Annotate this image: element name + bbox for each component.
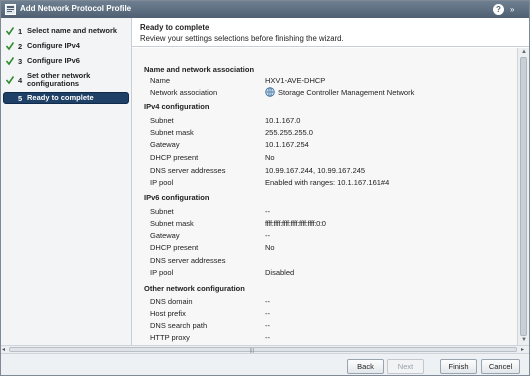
row-key: HTTP proxy: [150, 333, 190, 342]
row-key: DNS domain: [150, 297, 193, 306]
check-icon: [6, 57, 14, 66]
finish-button[interactable]: Finish: [440, 359, 477, 374]
step-number: 2: [18, 42, 23, 51]
row-value: Disabled: [265, 268, 295, 277]
row-value: --: [265, 309, 270, 318]
scroll-right-icon[interactable]: ▸: [521, 346, 524, 353]
scroll-left-icon[interactable]: ◂: [2, 346, 5, 353]
check-icon: [6, 42, 14, 51]
step-3[interactable]: 3 Configure IPv6: [3, 56, 129, 68]
expand-icon[interactable]: »: [510, 5, 514, 14]
page-title: Ready to complete: [140, 23, 210, 32]
page-header: Ready to complete Review your settings s…: [132, 18, 529, 47]
check-icon: [6, 76, 14, 85]
cancel-button[interactable]: Cancel: [481, 359, 520, 374]
step-number: 4: [18, 76, 23, 85]
wizard-window: Add Network Protocol Profile ? » 1 Selec…: [0, 0, 530, 376]
step-label: Configure IPv4: [27, 41, 80, 50]
row-key: DNS server addresses: [150, 166, 226, 175]
step-label: Set other network configurations: [27, 71, 91, 88]
row-key: Subnet mask: [150, 219, 194, 228]
row-value: No: [265, 243, 275, 252]
step-label: Ready to complete: [27, 93, 94, 102]
window-title: Add Network Protocol Profile: [20, 4, 132, 13]
step-number: 3: [18, 57, 23, 66]
scroll-thumb[interactable]: [520, 57, 527, 336]
row-key: IP pool: [150, 268, 174, 277]
app-icon: [5, 4, 16, 15]
step-number: 1: [18, 27, 23, 36]
row-value: --: [265, 333, 270, 342]
section-title: IPv6 configuration: [144, 193, 210, 202]
row-key: Name: [150, 76, 171, 85]
scroll-down-icon[interactable]: ▼: [521, 337, 527, 343]
scroll-thumb[interactable]: |||: [9, 347, 517, 354]
section-title: Other network configuration: [144, 284, 245, 293]
row-key: Subnet: [150, 207, 174, 216]
row-key: DNS server addresses: [150, 256, 226, 265]
row-key: Subnet: [150, 116, 174, 125]
help-icon[interactable]: ?: [493, 4, 504, 15]
network-icon: [265, 87, 275, 97]
row-value: --: [265, 297, 270, 306]
row-key: Gateway: [150, 140, 180, 149]
row-key: Host prefix: [150, 309, 186, 318]
row-value: HXV1-AVE-DHCP: [265, 76, 326, 85]
row-value: --: [265, 207, 270, 216]
scroll-up-icon[interactable]: ▲: [521, 49, 527, 55]
step-label: Configure IPv6: [27, 56, 80, 65]
step-2[interactable]: 2 Configure IPv4: [3, 41, 129, 53]
step-1[interactable]: 1 Select name and network: [3, 26, 129, 38]
back-button[interactable]: Back: [347, 359, 384, 374]
page-subtitle: Review your settings selections before f…: [140, 34, 344, 43]
network-association-value: Storage Controller Management Network: [265, 87, 415, 98]
row-key: DHCP present: [150, 153, 199, 162]
row-key: DNS search path: [150, 321, 208, 330]
vertical-scrollbar[interactable]: ▲ ▼: [517, 48, 529, 345]
button-bar: Back Next Finish Cancel: [1, 353, 529, 375]
row-value: --: [265, 231, 270, 240]
check-icon: [6, 27, 14, 36]
wizard-steps: 1 Select name and network 2 Configure IP…: [1, 18, 132, 345]
next-button[interactable]: Next: [387, 359, 424, 374]
row-value: --: [265, 321, 270, 330]
row-value: Enabled with ranges: 10.1.167.161#4: [265, 178, 390, 187]
row-key: Network association: [150, 88, 218, 97]
row-key: DHCP present: [150, 243, 199, 252]
network-name: Storage Controller Management Network: [278, 88, 415, 97]
row-value: 10.99.167.244, 10.99.167.245: [265, 166, 366, 175]
step-label: Select name and network: [27, 26, 118, 35]
section-title: IPv4 configuration: [144, 102, 210, 111]
row-value: ffff:ffff:ffff:ffff:ffff:ffff:0:0: [265, 219, 326, 228]
section-title: Name and network association: [144, 65, 255, 74]
row-key: Gateway: [150, 231, 180, 240]
row-value: 255.255.255.0: [265, 128, 313, 137]
row-value: 10.1.167.254: [265, 140, 309, 149]
step-5[interactable]: 5 Ready to complete: [3, 92, 129, 104]
step-4[interactable]: 4 Set other network configurations: [3, 71, 129, 91]
summary-panel: Name and network association Name HXV1-A…: [132, 48, 517, 345]
horizontal-scrollbar[interactable]: ◂ ||| ▸: [1, 345, 529, 354]
row-key: Subnet mask: [150, 128, 194, 137]
row-value: No: [265, 153, 275, 162]
step-number: 5: [18, 94, 23, 103]
row-value: 10.1.167.0: [265, 116, 301, 125]
title-bar: Add Network Protocol Profile ? »: [1, 1, 529, 18]
row-key: IP pool: [150, 178, 174, 187]
